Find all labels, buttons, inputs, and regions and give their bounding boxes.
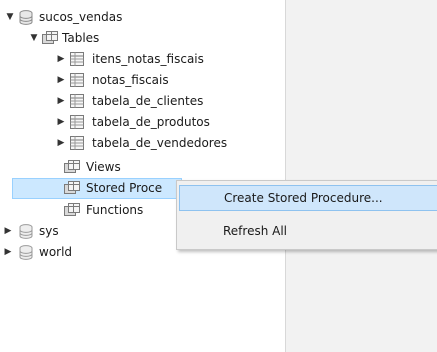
collapse-arrow-icon[interactable]: ▶ bbox=[3, 242, 13, 263]
folder-view-icon bbox=[64, 160, 80, 175]
database-icon bbox=[19, 245, 35, 260]
tree-node-table[interactable]: ▶ tabela_de_clientes bbox=[0, 91, 285, 112]
stored-procedures-label: Stored Proce bbox=[86, 181, 163, 195]
tree-node-views[interactable]: Views bbox=[0, 157, 285, 178]
table-label: notas_fiscais bbox=[92, 73, 169, 87]
tree-node-tables[interactable]: ▼ Tables bbox=[0, 28, 285, 49]
table-icon bbox=[70, 52, 86, 67]
views-label: Views bbox=[86, 160, 121, 174]
table-icon bbox=[70, 115, 86, 130]
tree-node-table[interactable]: ▶ tabela_de_produtos bbox=[0, 112, 285, 133]
table-label: itens_notas_fiscais bbox=[92, 52, 204, 66]
collapse-arrow-icon[interactable]: ▶ bbox=[56, 112, 66, 133]
database-icon bbox=[19, 10, 35, 25]
tree-node-table[interactable]: ▶ itens_notas_fiscais bbox=[0, 49, 285, 70]
collapse-arrow-icon[interactable]: ▶ bbox=[56, 49, 66, 70]
schema-label: sys bbox=[39, 224, 59, 238]
schema-navigator-tree[interactable]: ▼ sucos_vendas ▼ Tables ▶ itens_notas_fi… bbox=[0, 0, 285, 352]
table-icon bbox=[70, 136, 86, 151]
workbench-window: ▼ sucos_vendas ▼ Tables ▶ itens_notas_fi… bbox=[0, 0, 437, 352]
tree-node-stored-procedures[interactable]: Stored Proce bbox=[12, 178, 182, 199]
collapse-arrow-icon[interactable]: ▶ bbox=[56, 133, 66, 154]
tree-node-table[interactable]: ▶ notas_fiscais bbox=[0, 70, 285, 91]
functions-label: Functions bbox=[86, 203, 144, 217]
table-label: tabela_de_vendedores bbox=[92, 136, 228, 150]
expand-arrow-icon[interactable]: ▼ bbox=[29, 28, 39, 49]
table-icon bbox=[70, 73, 86, 88]
folder-function-icon bbox=[64, 203, 80, 218]
editor-pane bbox=[286, 0, 437, 352]
database-icon bbox=[19, 224, 35, 239]
refresh-all-menu-item[interactable]: Refresh All bbox=[179, 218, 437, 244]
tables-label: Tables bbox=[62, 31, 100, 45]
tree-node-table[interactable]: ▶ tabela_de_vendedores bbox=[0, 133, 285, 154]
table-icon bbox=[70, 94, 86, 109]
collapse-arrow-icon[interactable]: ▶ bbox=[56, 70, 66, 91]
create-stored-procedure-menu-item[interactable]: Create Stored Procedure... bbox=[179, 185, 437, 211]
expand-arrow-icon[interactable]: ▼ bbox=[5, 7, 15, 28]
tree-node-sucos-vendas[interactable]: ▼ sucos_vendas bbox=[0, 7, 285, 28]
folder-procedure-icon bbox=[64, 181, 80, 196]
folder-table-icon bbox=[42, 31, 58, 46]
collapse-arrow-icon[interactable]: ▶ bbox=[56, 91, 66, 112]
schema-label: world bbox=[39, 245, 73, 259]
table-label: tabela_de_clientes bbox=[92, 94, 204, 108]
context-menu: Create Stored Procedure... Refresh All bbox=[176, 180, 437, 250]
schema-label: sucos_vendas bbox=[39, 10, 123, 24]
table-label: tabela_de_produtos bbox=[92, 115, 210, 129]
collapse-arrow-icon[interactable]: ▶ bbox=[3, 221, 13, 242]
